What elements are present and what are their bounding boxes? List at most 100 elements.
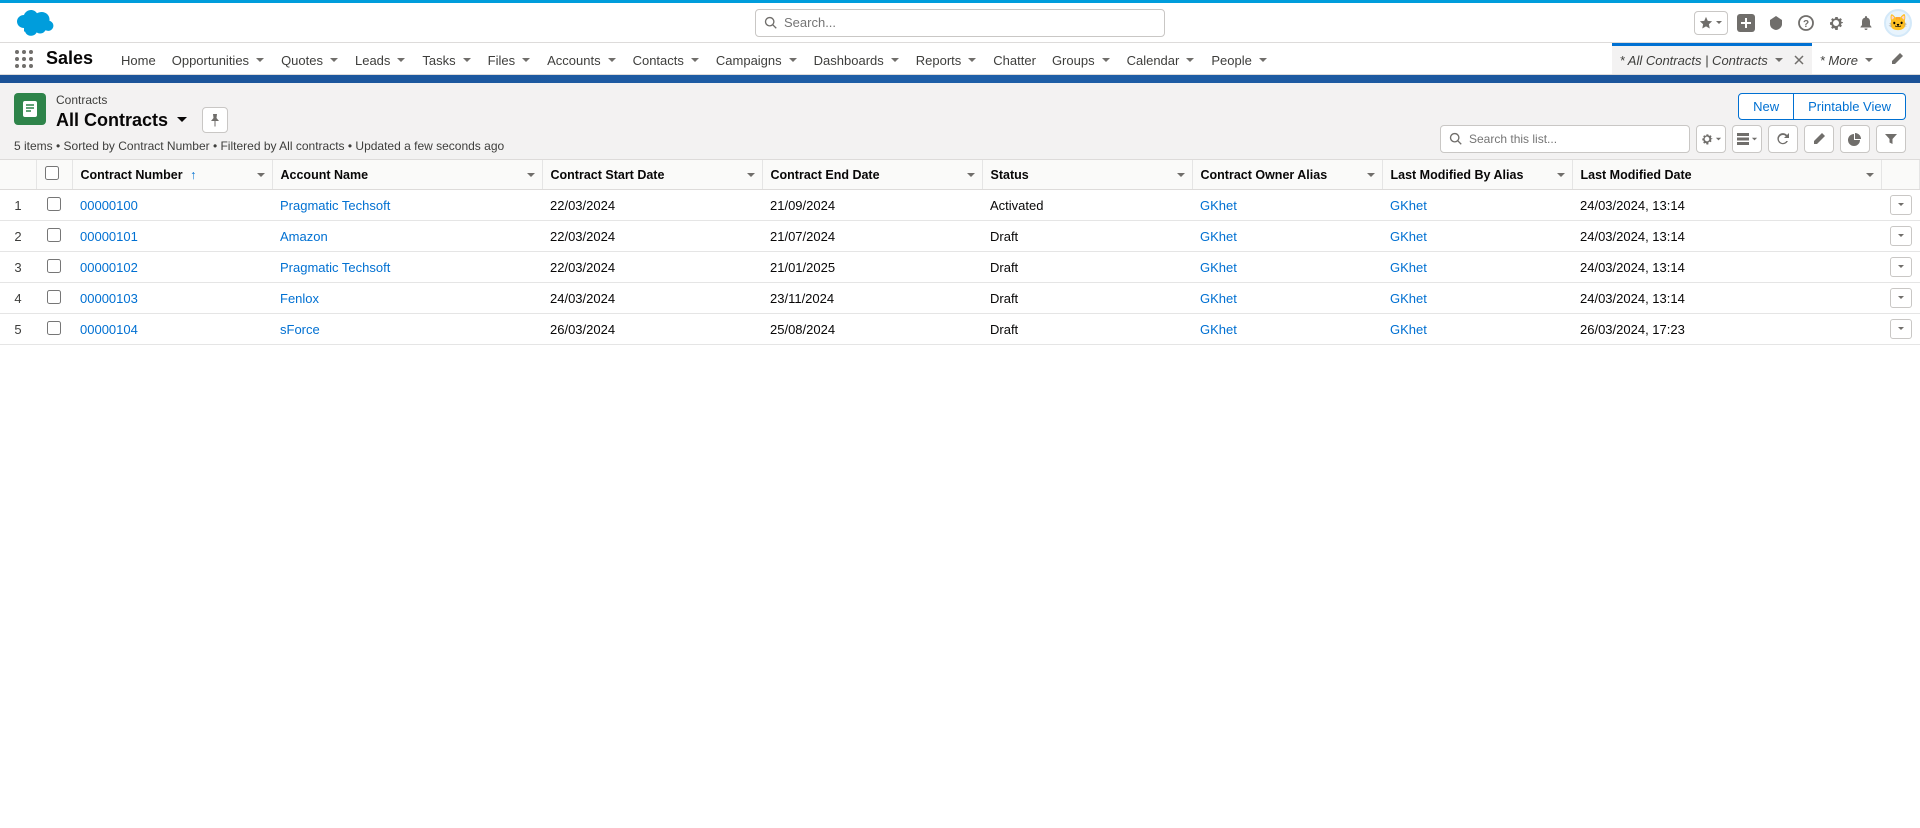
contract-link[interactable]: 00000101 — [80, 229, 138, 244]
chevron-down-icon[interactable] — [966, 170, 976, 180]
chevron-down-icon[interactable] — [1556, 170, 1566, 180]
chevron-down-icon[interactable] — [521, 55, 531, 65]
contract-link[interactable]: 00000102 — [80, 260, 138, 275]
list-view-controls-gear-icon[interactable] — [1696, 125, 1726, 153]
nav-item-chatter[interactable]: Chatter — [985, 43, 1044, 74]
nav-item-reports[interactable]: Reports — [908, 43, 986, 74]
row-checkbox[interactable] — [47, 197, 61, 211]
owner-link[interactable]: GKhet — [1200, 198, 1237, 213]
row-actions-button[interactable] — [1890, 226, 1912, 246]
guidance-icon[interactable] — [1764, 11, 1788, 35]
col-modified-date[interactable]: Last Modified Date — [1572, 160, 1882, 190]
select-all-checkbox[interactable] — [45, 166, 59, 180]
nav-item-home[interactable]: Home — [113, 43, 164, 74]
row-checkbox[interactable] — [47, 321, 61, 335]
chevron-down-icon[interactable] — [1176, 170, 1186, 180]
modified-by-link[interactable]: GKhet — [1390, 322, 1427, 337]
nav-item-files[interactable]: Files — [480, 43, 539, 74]
notifications-bell-icon[interactable] — [1854, 11, 1878, 35]
chevron-down-icon[interactable] — [255, 55, 265, 65]
owner-link[interactable]: GKhet — [1200, 229, 1237, 244]
row-checkbox[interactable] — [47, 259, 61, 273]
nav-tab-contracts[interactable]: * All Contracts | Contracts — [1612, 43, 1812, 74]
nav-more[interactable]: * More — [1812, 43, 1882, 74]
chevron-down-icon[interactable] — [967, 55, 977, 65]
new-button[interactable]: New — [1738, 93, 1794, 120]
inline-edit-pencil-icon[interactable] — [1804, 125, 1834, 153]
row-actions-button[interactable] — [1890, 257, 1912, 277]
owner-link[interactable]: GKhet — [1200, 291, 1237, 306]
modified-by-link[interactable]: GKhet — [1390, 229, 1427, 244]
salesforce-logo[interactable] — [14, 8, 58, 38]
account-link[interactable]: Pragmatic Techsoft — [280, 260, 390, 275]
nav-item-calendar[interactable]: Calendar — [1119, 43, 1204, 74]
owner-link[interactable]: GKhet — [1200, 322, 1237, 337]
modified-by-link[interactable]: GKhet — [1390, 260, 1427, 275]
row-actions-button[interactable] — [1890, 288, 1912, 308]
contract-link[interactable]: 00000100 — [80, 198, 138, 213]
help-icon[interactable]: ? — [1794, 11, 1818, 35]
chevron-down-icon[interactable] — [526, 170, 536, 180]
nav-item-tasks[interactable]: Tasks — [414, 43, 479, 74]
chevron-down-icon[interactable] — [462, 55, 472, 65]
account-link[interactable]: Amazon — [280, 229, 328, 244]
chart-icon[interactable] — [1840, 125, 1870, 153]
chevron-down-icon[interactable] — [1366, 170, 1376, 180]
col-status[interactable]: Status — [982, 160, 1192, 190]
favorites-button[interactable] — [1694, 11, 1728, 35]
nav-item-quotes[interactable]: Quotes — [273, 43, 347, 74]
nav-item-groups[interactable]: Groups — [1044, 43, 1119, 74]
list-search[interactable] — [1440, 125, 1690, 153]
nav-item-opportunities[interactable]: Opportunities — [164, 43, 273, 74]
chevron-down-icon[interactable] — [1774, 55, 1784, 65]
edit-nav-pencil-icon[interactable] — [1882, 52, 1912, 66]
account-link[interactable]: sForce — [280, 322, 320, 337]
chevron-down-icon[interactable] — [1258, 55, 1268, 65]
account-link[interactable]: Fenlox — [280, 291, 319, 306]
filter-icon[interactable] — [1876, 125, 1906, 153]
chevron-down-icon[interactable] — [788, 55, 798, 65]
chevron-down-icon[interactable] — [329, 55, 339, 65]
user-avatar[interactable]: 🐱 — [1884, 9, 1912, 37]
col-contract-number[interactable]: Contract Number ↑ — [72, 160, 272, 190]
chevron-down-icon[interactable] — [607, 55, 617, 65]
chevron-down-icon[interactable] — [746, 170, 756, 180]
nav-item-dashboards[interactable]: Dashboards — [806, 43, 908, 74]
global-search-input[interactable] — [784, 15, 1156, 30]
chevron-down-icon[interactable] — [396, 55, 406, 65]
nav-item-campaigns[interactable]: Campaigns — [708, 43, 806, 74]
row-actions-button[interactable] — [1890, 319, 1912, 339]
setup-gear-icon[interactable] — [1824, 11, 1848, 35]
close-tab-icon[interactable] — [1794, 55, 1804, 65]
chevron-down-icon[interactable] — [890, 55, 900, 65]
row-actions-button[interactable] — [1890, 195, 1912, 215]
account-link[interactable]: Pragmatic Techsoft — [280, 198, 390, 213]
modified-by-link[interactable]: GKhet — [1390, 198, 1427, 213]
nav-item-people[interactable]: People — [1203, 43, 1275, 74]
chevron-down-icon[interactable] — [256, 170, 266, 180]
display-as-table-icon[interactable] — [1732, 125, 1762, 153]
refresh-icon[interactable] — [1768, 125, 1798, 153]
contract-link[interactable]: 00000103 — [80, 291, 138, 306]
pin-list-button[interactable] — [202, 107, 228, 133]
col-start-date[interactable]: Contract Start Date — [542, 160, 762, 190]
row-checkbox[interactable] — [47, 228, 61, 242]
owner-link[interactable]: GKhet — [1200, 260, 1237, 275]
chevron-down-icon[interactable] — [1185, 55, 1195, 65]
row-checkbox[interactable] — [47, 290, 61, 304]
col-modified-by[interactable]: Last Modified By Alias — [1382, 160, 1572, 190]
nav-item-leads[interactable]: Leads — [347, 43, 414, 74]
list-search-input[interactable] — [1469, 132, 1681, 146]
chevron-down-icon[interactable] — [1864, 55, 1874, 65]
chevron-down-icon[interactable] — [1865, 170, 1875, 180]
global-search[interactable] — [755, 9, 1165, 37]
app-launcher-icon[interactable] — [12, 47, 36, 71]
col-account-name[interactable]: Account Name — [272, 160, 542, 190]
chevron-down-icon[interactable] — [1101, 55, 1111, 65]
col-end-date[interactable]: Contract End Date — [762, 160, 982, 190]
nav-item-contacts[interactable]: Contacts — [625, 43, 708, 74]
contract-link[interactable]: 00000104 — [80, 322, 138, 337]
col-owner-alias[interactable]: Contract Owner Alias — [1192, 160, 1382, 190]
printable-view-button[interactable]: Printable View — [1794, 93, 1906, 120]
modified-by-link[interactable]: GKhet — [1390, 291, 1427, 306]
